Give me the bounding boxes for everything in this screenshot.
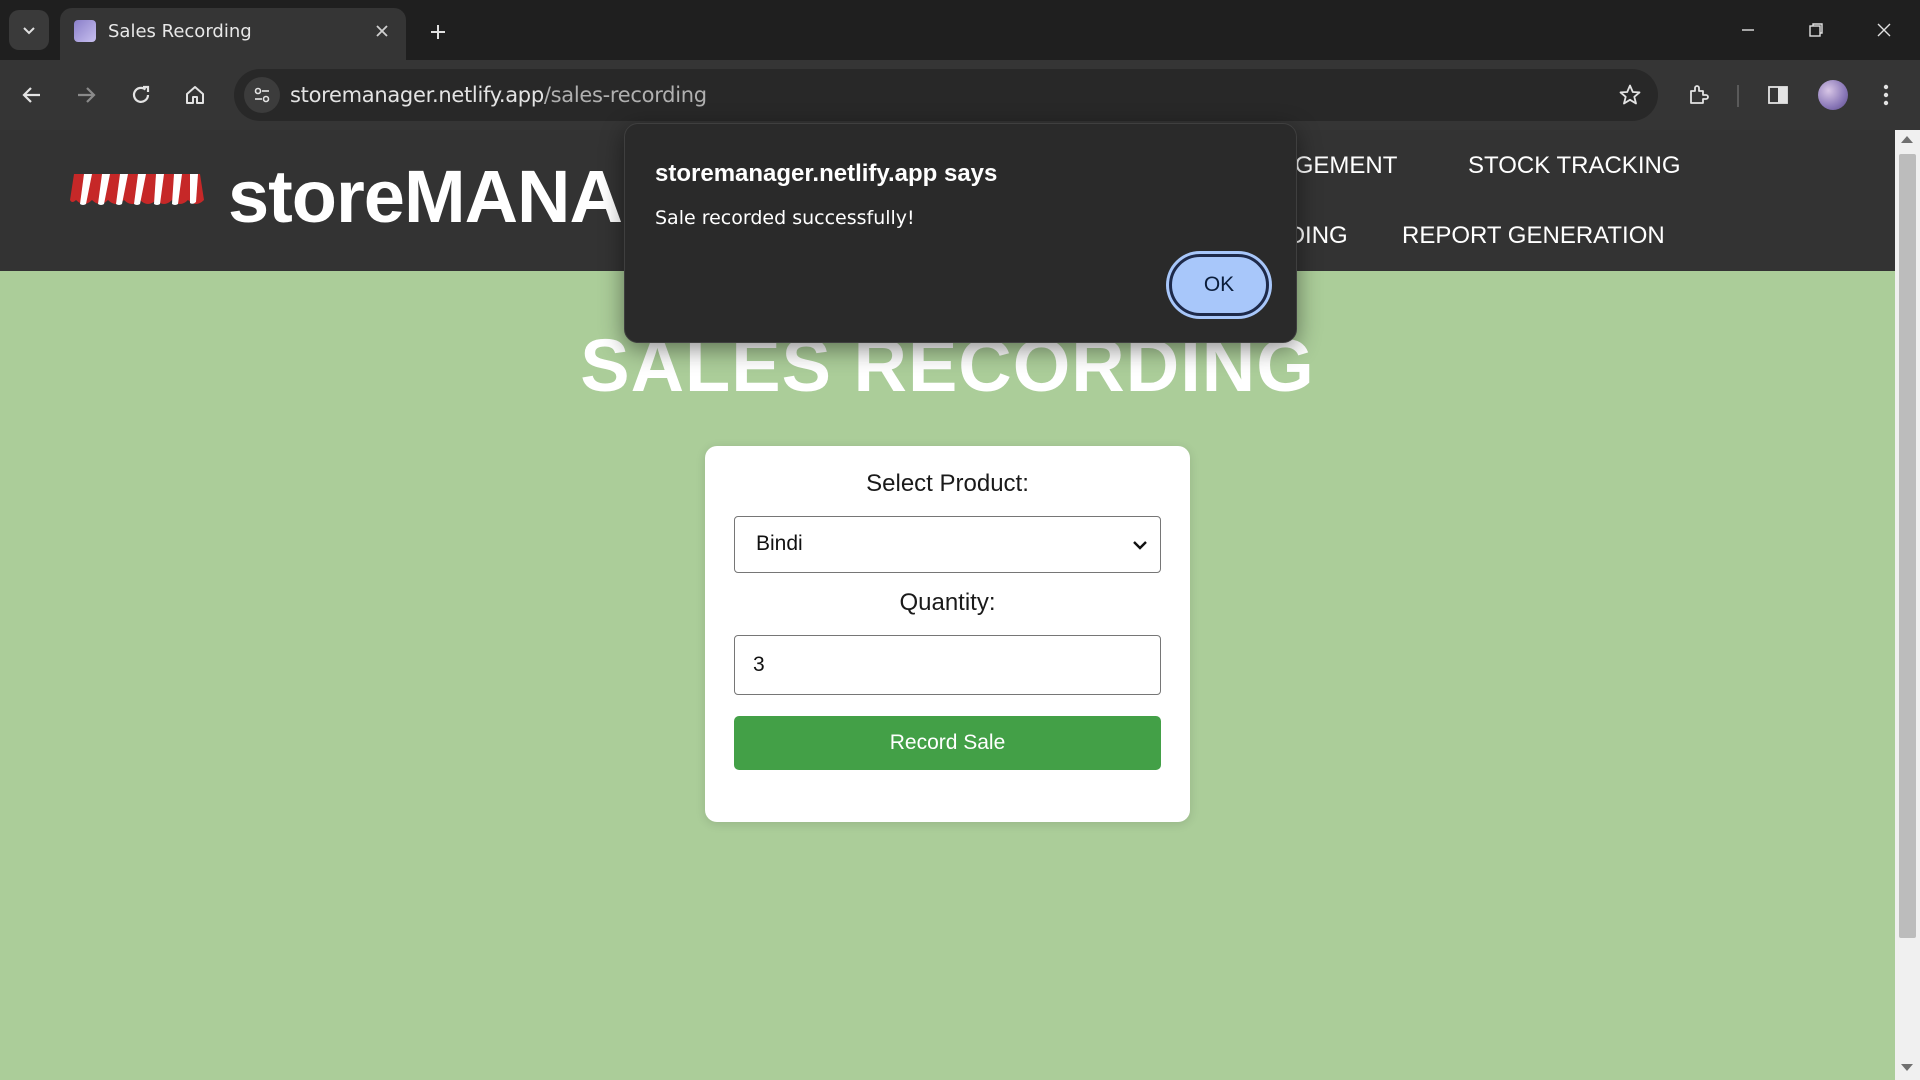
profile-button[interactable] (1813, 75, 1853, 115)
product-select-value: Bindi (756, 532, 803, 555)
toolbar-separator (1737, 85, 1739, 107)
restore-button[interactable] (1792, 10, 1840, 50)
site-info-button[interactable] (244, 77, 280, 113)
back-button[interactable] (12, 75, 52, 115)
minimize-button[interactable] (1724, 10, 1772, 50)
star-icon (1619, 84, 1641, 105)
side-panel-button[interactable] (1758, 75, 1798, 115)
scroll-thumb[interactable] (1899, 154, 1916, 938)
close-icon (376, 25, 388, 37)
minimize-icon (1742, 29, 1754, 31)
tab-sales-recording[interactable]: Sales Recording (60, 8, 406, 60)
tab-search-button[interactable] (9, 10, 49, 50)
address-bar[interactable]: storemanager.netlify.app/sales-recording (234, 69, 1658, 121)
reload-icon (132, 85, 150, 103)
home-button[interactable] (175, 75, 215, 115)
quantity-input[interactable]: 3 (734, 635, 1161, 695)
forward-icon (78, 87, 96, 103)
tab-strip: Sales Recording (0, 0, 1920, 60)
url-text: storemanager.netlify.app/sales-recording (290, 83, 707, 107)
scroll-up-icon[interactable] (1901, 136, 1913, 143)
dialog-ok-button[interactable]: OK (1169, 254, 1269, 316)
tab-title: Sales Recording (108, 21, 252, 42)
back-icon (22, 87, 40, 103)
new-tab-button[interactable] (420, 14, 456, 50)
quantity-value: 3 (753, 653, 765, 676)
url-path: /sales-recording (543, 83, 707, 107)
record-sale-button[interactable]: Record Sale (734, 716, 1161, 770)
alert-dialog: storemanager.netlify.app says Sale recor… (624, 123, 1297, 343)
extensions-icon (1690, 85, 1709, 104)
more-icon (1883, 84, 1889, 106)
forward-button[interactable] (66, 75, 106, 115)
url-host: storemanager.netlify.app (290, 83, 544, 107)
dialog-title: storemanager.netlify.app says (655, 160, 998, 187)
side-panel-icon (1768, 86, 1788, 104)
scroll-down-icon[interactable] (1901, 1064, 1913, 1071)
avatar (1818, 80, 1848, 110)
nav-report-generation[interactable]: REPORT GENERATION (1402, 222, 1665, 250)
close-icon (1877, 23, 1891, 37)
plus-icon (431, 25, 445, 39)
browser-toolbar: storemanager.netlify.app/sales-recording (0, 60, 1920, 130)
home-icon (186, 86, 204, 104)
product-label: Select Product: (866, 470, 1029, 497)
sales-form-card: Select Product: Bindi Quantity: 3 Record… (705, 446, 1190, 822)
nav-stock-tracking[interactable]: STOCK TRACKING (1468, 152, 1680, 180)
close-window-button[interactable] (1860, 10, 1908, 50)
menu-button[interactable] (1866, 75, 1906, 115)
favicon-icon (74, 20, 96, 42)
chevron-down-icon (23, 27, 35, 35)
chevron-down-icon (1133, 541, 1147, 550)
dialog-message: Sale recorded successfully! (655, 207, 915, 229)
reload-button[interactable] (121, 75, 161, 115)
restore-icon (1809, 23, 1823, 37)
page-scrollbar[interactable] (1895, 130, 1920, 1080)
store-awning-logo (70, 174, 204, 205)
quantity-label: Quantity: (899, 589, 996, 616)
site-info-icon (254, 87, 270, 103)
extensions-button[interactable] (1679, 75, 1719, 115)
tab-close-button[interactable] (370, 19, 394, 43)
product-select[interactable]: Bindi (734, 516, 1161, 573)
bookmark-button[interactable] (1616, 81, 1644, 109)
